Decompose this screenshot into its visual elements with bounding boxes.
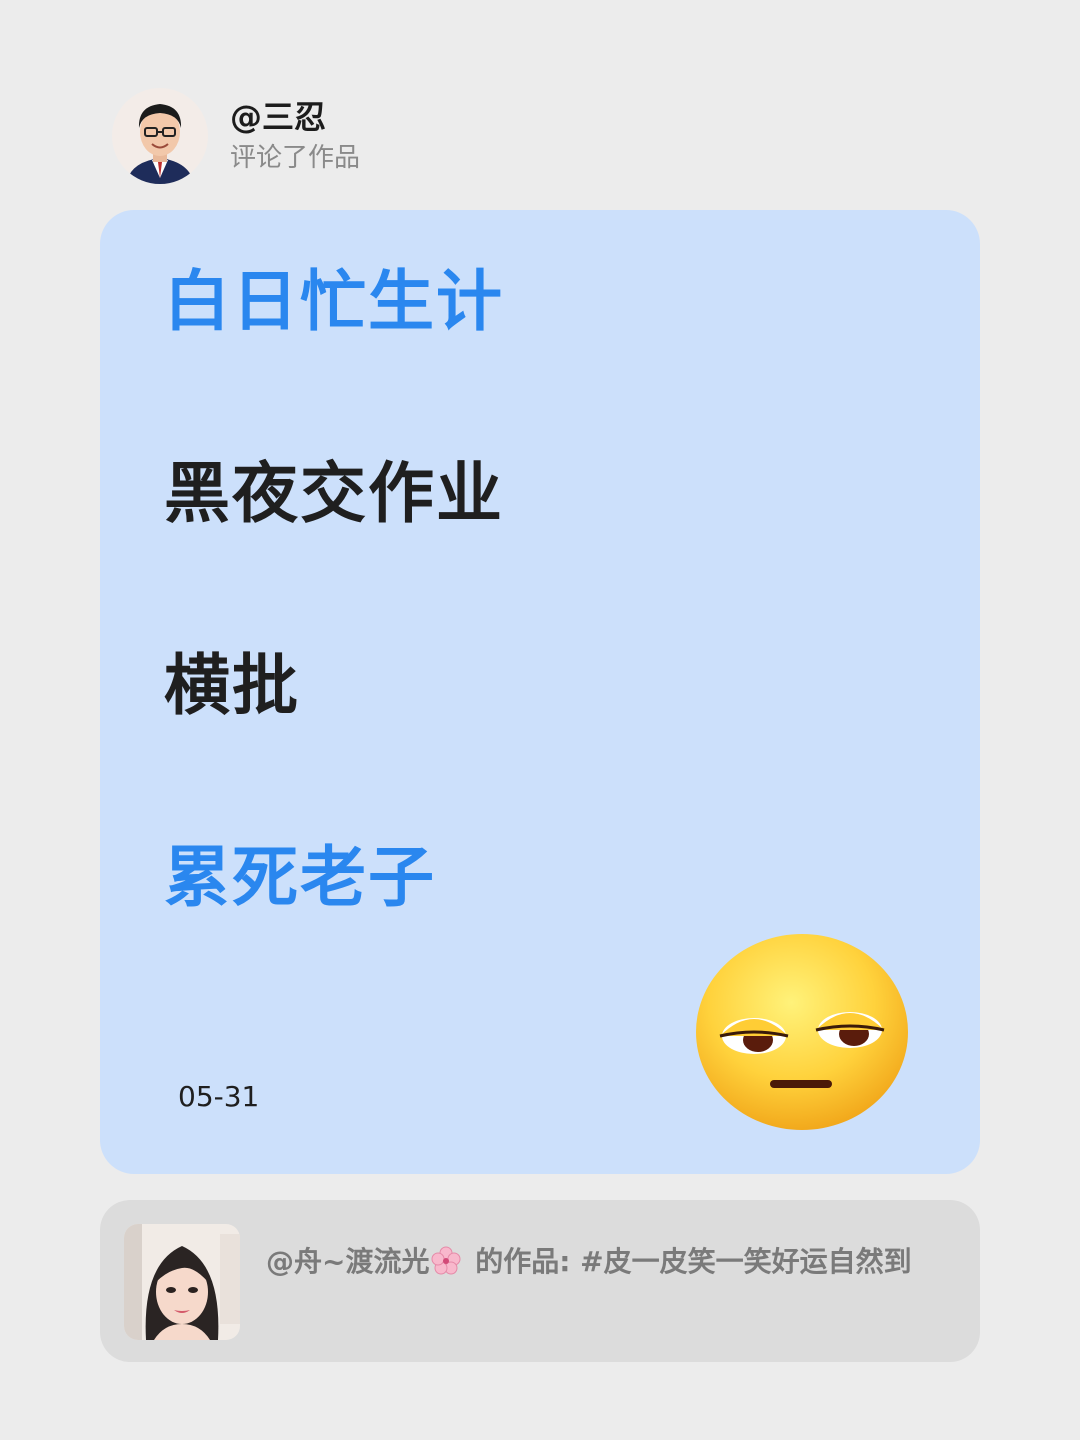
unamused-face-emoji-icon [696, 934, 908, 1130]
commenter-username[interactable]: @三忍 [230, 97, 360, 137]
comment-line-4: 累死老子 [164, 839, 436, 916]
comment-line-3: 横批 [164, 647, 300, 724]
quoted-author-link[interactable]: @舟~渡流光 [266, 1245, 429, 1278]
work-thumbnail[interactable] [124, 1224, 240, 1340]
comment-page: @三忍 评论了作品 白日忙生计 黑夜交作业 横批 累死老子 05-31 @舟~渡… [0, 0, 1080, 1440]
quoted-work[interactable]: @舟~渡流光 的作品: #皮一皮笑一笑好运自然到 [100, 1200, 980, 1362]
avatar-woman-portrait-icon [124, 1224, 240, 1340]
commenter-avatar[interactable] [112, 88, 208, 184]
comment-date: 05-31 [178, 1080, 260, 1113]
comment-line-1: 白日忙生计 [164, 263, 504, 340]
quoted-work-title: 的作品: #皮一皮笑一笑好运自然到 [475, 1245, 912, 1278]
comment-card: 白日忙生计 黑夜交作业 横批 累死老子 05-31 [100, 210, 980, 1174]
comment-action-label: 评论了作品 [230, 143, 361, 173]
header-text: @三忍 评论了作品 [230, 97, 360, 175]
avatar-man-glasses-suit-icon [112, 88, 208, 184]
quoted-work-text: @舟~渡流光 的作品: #皮一皮笑一笑好运自然到 [266, 1240, 946, 1284]
comment-header: @三忍 评论了作品 [112, 88, 360, 184]
comment-line-2: 黑夜交作业 [164, 455, 504, 532]
cherry-blossom-icon [431, 1246, 461, 1275]
